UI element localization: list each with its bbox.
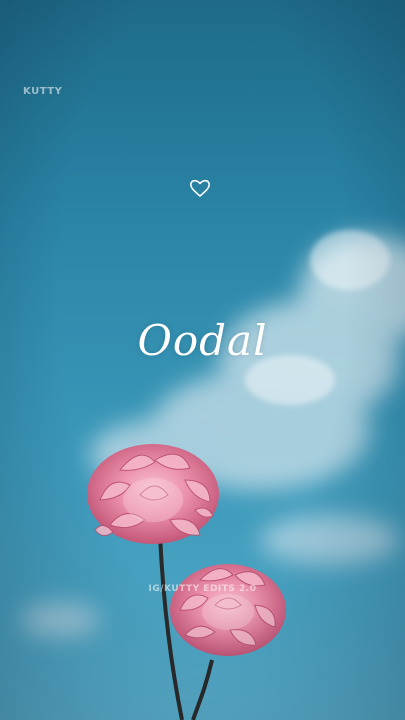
song-title: Oodal — [137, 316, 268, 365]
background-photo: KUTTY Oodal IG/KUTTY EDITS 2.0 — [0, 0, 405, 720]
pink-carnation-flower — [87, 444, 219, 544]
watermark-bottom: IG/KUTTY EDITS 2.0 — [148, 584, 257, 594]
watermark-top: KUTTY — [23, 86, 63, 97]
heart-outline-icon — [190, 179, 210, 197]
pink-carnation-flower — [170, 564, 286, 656]
